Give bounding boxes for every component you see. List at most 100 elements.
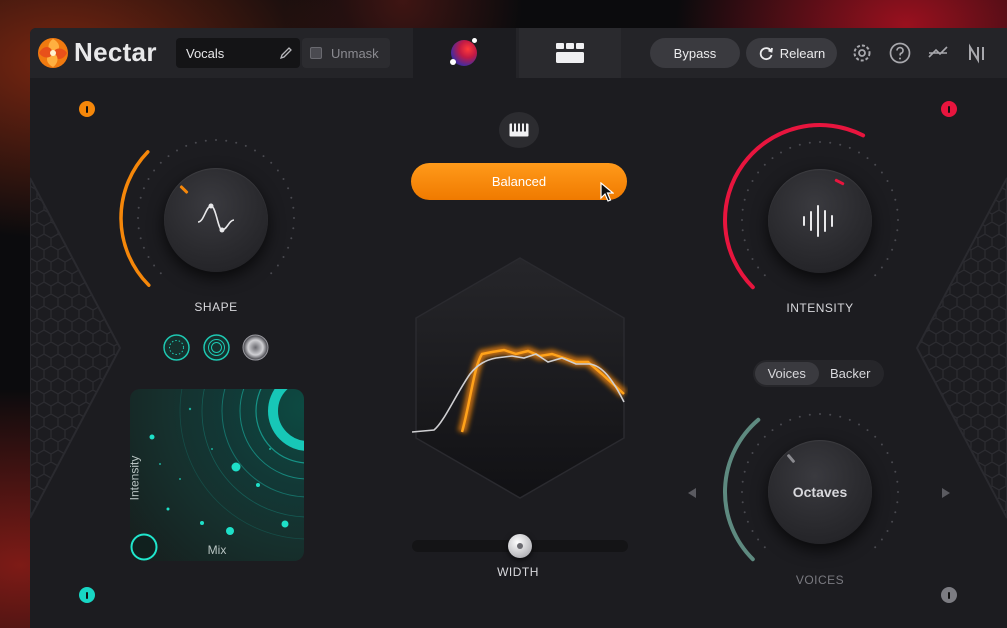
preset-name-field[interactable]: Vocals (176, 38, 300, 68)
preset-name-text: Vocals (186, 45, 225, 61)
dial-tick (757, 538, 760, 541)
gear-icon[interactable] (850, 41, 874, 65)
next-arrow-icon[interactable] (941, 487, 951, 499)
dial-tick (880, 266, 883, 269)
style-option-dots-icon[interactable] (163, 334, 190, 361)
dial-tick (763, 546, 766, 549)
tab-voices[interactable]: Voices (755, 362, 819, 385)
dial-tick (292, 206, 295, 209)
dial-tick (757, 171, 760, 174)
shape-label: SHAPE (194, 300, 238, 314)
dial-tick (891, 520, 894, 523)
dial-tick (290, 237, 293, 240)
dial-tick (137, 206, 140, 209)
dial-tick (225, 139, 228, 142)
dial-tick (142, 187, 145, 190)
dial-tick (270, 161, 273, 164)
dial-tick (159, 272, 162, 275)
dial-tick (848, 146, 851, 149)
dial-tick (276, 264, 279, 267)
dial-tick (137, 227, 140, 230)
shape-knob[interactable] (164, 168, 268, 272)
dial-tick (894, 470, 897, 473)
dial-tick (262, 155, 265, 158)
mouse-cursor-icon (600, 182, 614, 202)
dial-tick (290, 196, 293, 199)
dial-tick (858, 423, 860, 426)
intensity-module-power-icon[interactable] (941, 101, 957, 117)
dial-tick (159, 161, 162, 164)
dial-tick (153, 169, 156, 172)
keyboard-button[interactable] (499, 112, 539, 148)
dial-tick (743, 239, 746, 242)
style-option-rings-icon[interactable] (203, 334, 230, 361)
pad-x-axis-label: Mix (207, 543, 227, 557)
dial-tick (287, 246, 290, 249)
dial-tick (167, 155, 170, 158)
previous-arrow-icon[interactable] (687, 487, 697, 499)
ni-logo-icon[interactable] (968, 41, 998, 65)
dial-tick (896, 480, 899, 483)
dial-tick (215, 139, 217, 141)
nectar-plugin-window: Nectar Vocals Unmask Bypass Relearn SHAP… (30, 28, 1007, 628)
dial-tick (886, 452, 889, 454)
dial-tick (194, 141, 197, 144)
dial-tick (880, 538, 883, 541)
pencil-icon[interactable] (279, 46, 293, 60)
dial-tick (780, 423, 782, 426)
dial-tick (789, 418, 792, 421)
width-slider-thumb[interactable] (508, 534, 532, 558)
spectrum-hex-display (412, 257, 628, 499)
dial-tick (244, 144, 247, 147)
orb-dot (450, 59, 456, 65)
dial-tick (137, 217, 139, 219)
dial-tick (896, 208, 899, 211)
pad-graphics (130, 389, 304, 561)
tab-backer[interactable]: Backer (819, 362, 883, 385)
dial-tick (866, 429, 869, 432)
dial-tick (829, 141, 832, 144)
help-icon[interactable] (888, 41, 912, 65)
signal-flow-icon[interactable] (926, 41, 950, 65)
dial-tick (741, 491, 743, 493)
dial-tick (751, 530, 754, 532)
unmask-icon (310, 47, 322, 59)
nectar-logo-icon (38, 38, 68, 68)
dial-tick (897, 219, 899, 221)
tab-modules-view[interactable] (519, 28, 621, 78)
width-label: WIDTH (497, 565, 539, 579)
unmask-label: Unmask (331, 45, 379, 61)
pad-module-power-icon[interactable] (79, 587, 95, 603)
dial-tick (848, 418, 851, 421)
style-option-metal-icon[interactable] (242, 334, 269, 361)
dial-tick (751, 452, 754, 454)
balanced-mode-button[interactable]: Balanced (411, 163, 627, 200)
tab-main-view[interactable] (413, 28, 516, 78)
dial-tick (751, 180, 754, 182)
dial-tick (886, 180, 889, 182)
dial-tick (293, 217, 295, 219)
intensity-knob-pointer (834, 178, 846, 186)
intensity-label: INTENSITY (786, 301, 854, 315)
shape-module-power-icon[interactable] (79, 101, 95, 117)
dial-tick (896, 229, 899, 232)
relearn-button[interactable]: Relearn (746, 38, 837, 68)
dial-tick (147, 256, 150, 258)
dial-tick (880, 443, 883, 446)
dial-tick (743, 511, 746, 514)
dial-tick (276, 169, 279, 172)
bypass-button[interactable]: Bypass (650, 38, 740, 68)
octaves-knob[interactable]: Octaves (768, 440, 872, 544)
app-title: Nectar (74, 37, 157, 67)
dial-tick (287, 187, 290, 190)
dial-tick (743, 198, 746, 201)
unmask-button[interactable]: Unmask (302, 38, 390, 68)
dial-tick (282, 178, 285, 180)
dial-tick (746, 461, 749, 464)
voices-module-power-icon[interactable] (941, 587, 957, 603)
dial-tick (746, 248, 749, 251)
dial-tick (147, 178, 150, 180)
voices-value-arc (723, 417, 761, 562)
intensity-mix-xy-pad[interactable]: Intensity Mix (130, 389, 304, 561)
intensity-knob[interactable] (768, 169, 872, 273)
